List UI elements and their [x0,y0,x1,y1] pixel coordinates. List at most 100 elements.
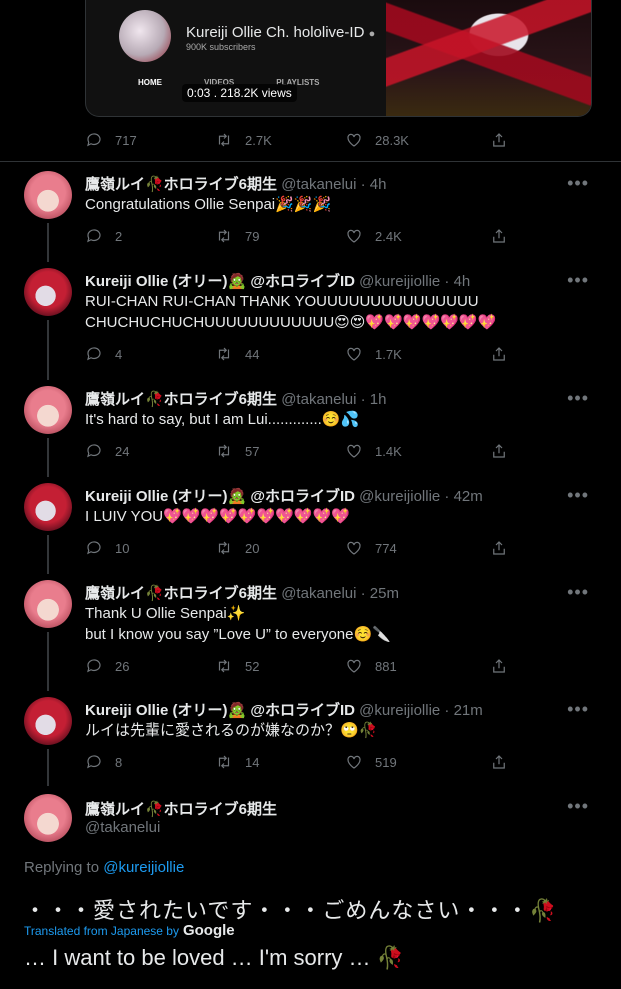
tweet-header: Kureiji Ollie (オリー)🧟 @ホロライブID @kureijiol… [85,270,470,291]
reply-button[interactable]: 4 [85,345,215,363]
author-handle-time[interactable]: @kureijiollie · 4h [359,273,470,290]
more-options-icon[interactable]: ••• [567,270,589,291]
author-name[interactable]: Kureiji Ollie (オリー)🧟 @ホロライブID [85,702,355,719]
share-button[interactable] [490,539,508,557]
tab-home: HOME [138,78,162,87]
more-options-icon[interactable]: ••• [567,796,589,817]
author-handle-time[interactable]: @takanelui · 1h [281,391,386,408]
heart-icon [347,541,361,555]
more-options-icon[interactable]: ••• [567,388,589,409]
embedded-video-card[interactable]: Kureiji Ollie Ch. hololive-ID ● 900K sub… [85,0,592,117]
avatar[interactable] [24,171,72,219]
share-button[interactable] [490,657,508,675]
author-handle[interactable]: @takanelui [85,819,160,836]
tweet-translation-text: … I want to be loved … I'm sorry … 🥀 [24,945,405,970]
reply-icon [87,444,101,458]
share-icon [493,541,505,555]
reply-button[interactable]: 8 [85,753,215,771]
retweet-icon [218,659,230,673]
author-name[interactable]: 鷹嶺ルイ🥀ホロライブ6期生 [85,391,277,408]
like-button[interactable]: 28.3K [345,131,490,149]
author-handle-time[interactable]: @takanelui · 25m [281,585,399,602]
tweet-actions: 24 57 1.4K [85,440,555,462]
more-options-icon[interactable]: ••• [567,582,589,603]
author-name[interactable]: Kureiji Ollie (オリー)🧟 @ホロライブID [85,488,355,505]
tweet-text-line: I LUIV YOU💖💖💖💖💖💖💖💖💖💖 [85,508,350,525]
retweet-button[interactable]: 20 [215,539,345,557]
reply-button[interactable]: 717 [85,131,215,149]
share-icon [493,347,505,361]
tweet-text-line: but I know you say ”Love U” to everyone☺… [85,626,391,643]
avatar[interactable] [24,386,72,434]
like-button[interactable]: 881 [345,657,490,675]
channel-name: Kureiji Ollie Ch. hololive-ID ● [186,24,376,41]
author-name[interactable]: 鷹嶺ルイ🥀ホロライブ6期生 [85,176,277,193]
heart-icon [347,444,361,458]
thread-connector [47,632,49,691]
like-button[interactable]: 1.4K [345,442,490,460]
author-handle-time[interactable]: @kureijiollie · 21m [359,702,483,719]
retweet-button[interactable]: 79 [215,227,345,245]
tweet-text-line: It's hard to say, but I am Lui..........… [85,411,360,428]
translated-by[interactable]: Translated from Japanese by Google [24,922,235,939]
like-button[interactable]: 2.4K [345,227,490,245]
retweet-button[interactable]: 2.7K [215,131,345,149]
author-name[interactable]: 鷹嶺ルイ🥀ホロライブ6期生 [85,585,277,602]
retweet-button[interactable]: 14 [215,753,345,771]
more-options-icon[interactable]: ••• [567,699,589,720]
share-button[interactable] [490,131,508,149]
like-button[interactable]: 1.7K [345,345,490,363]
retweet-button[interactable]: 52 [215,657,345,675]
reply-button[interactable]: 2 [85,227,215,245]
heart-icon [347,229,361,243]
subscriber-count: 900K subscribers [186,42,256,52]
share-icon [493,444,505,458]
reply-button[interactable]: 10 [85,539,215,557]
reply-button[interactable]: 26 [85,657,215,675]
more-options-icon[interactable]: ••• [567,485,589,506]
like-button[interactable]: 519 [345,753,490,771]
heart-icon [347,755,361,769]
author-name[interactable]: Kureiji Ollie (オリー)🧟 @ホロライブID [85,273,355,290]
author-handle-time[interactable]: @takanelui · 4h [281,176,386,193]
avatar[interactable] [24,483,72,531]
replying-to-link[interactable]: @kureijiollie [103,859,184,876]
avatar[interactable] [24,794,72,842]
google-logo: Google [182,922,235,939]
tweet-text-line: ルイは先輩に愛されるのが嫌なのか？🙄🥀 [85,722,378,739]
tweet-actions: 8 14 519 [85,751,555,773]
retweet-button[interactable]: 57 [215,442,345,460]
retweet-icon [218,133,230,147]
more-options-icon[interactable]: ••• [567,173,589,194]
share-icon [493,229,505,243]
divider [0,161,621,162]
retweet-icon [218,229,230,243]
thread-connector [47,223,49,262]
heart-icon [347,347,361,361]
share-button[interactable] [490,227,508,245]
heart-icon [347,133,361,147]
author-name[interactable]: 鷹嶺ルイ🥀ホロライブ6期生 [85,798,277,819]
avatar[interactable] [24,268,72,316]
tweet-text-line: CHUCHUCHUCHUUUUUUUUUUUU😍😍💖💖💖💖💖💖💖 [85,314,497,331]
share-button[interactable] [490,345,508,363]
like-button[interactable]: 774 [345,539,490,557]
tweet-actions: 2 79 2.4K [85,225,555,247]
replying-to: Replying to @kureijiollie [24,859,185,876]
share-button[interactable] [490,442,508,460]
main-tweet-actions: 717 2.7K 28.3K [85,129,555,151]
reply-icon [87,347,101,361]
heart-icon [347,659,361,673]
retweet-icon [218,444,230,458]
retweet-icon [218,755,230,769]
avatar[interactable] [24,580,72,628]
tweet-header: Kureiji Ollie (オリー)🧟 @ホロライブID @kureijiol… [85,699,483,720]
retweet-button[interactable]: 44 [215,345,345,363]
reply-icon [87,133,101,147]
thread-connector [47,320,49,380]
reply-icon [87,755,101,769]
avatar[interactable] [24,697,72,745]
author-handle-time[interactable]: @kureijiollie · 42m [359,488,483,505]
share-button[interactable] [490,753,508,771]
reply-button[interactable]: 24 [85,442,215,460]
